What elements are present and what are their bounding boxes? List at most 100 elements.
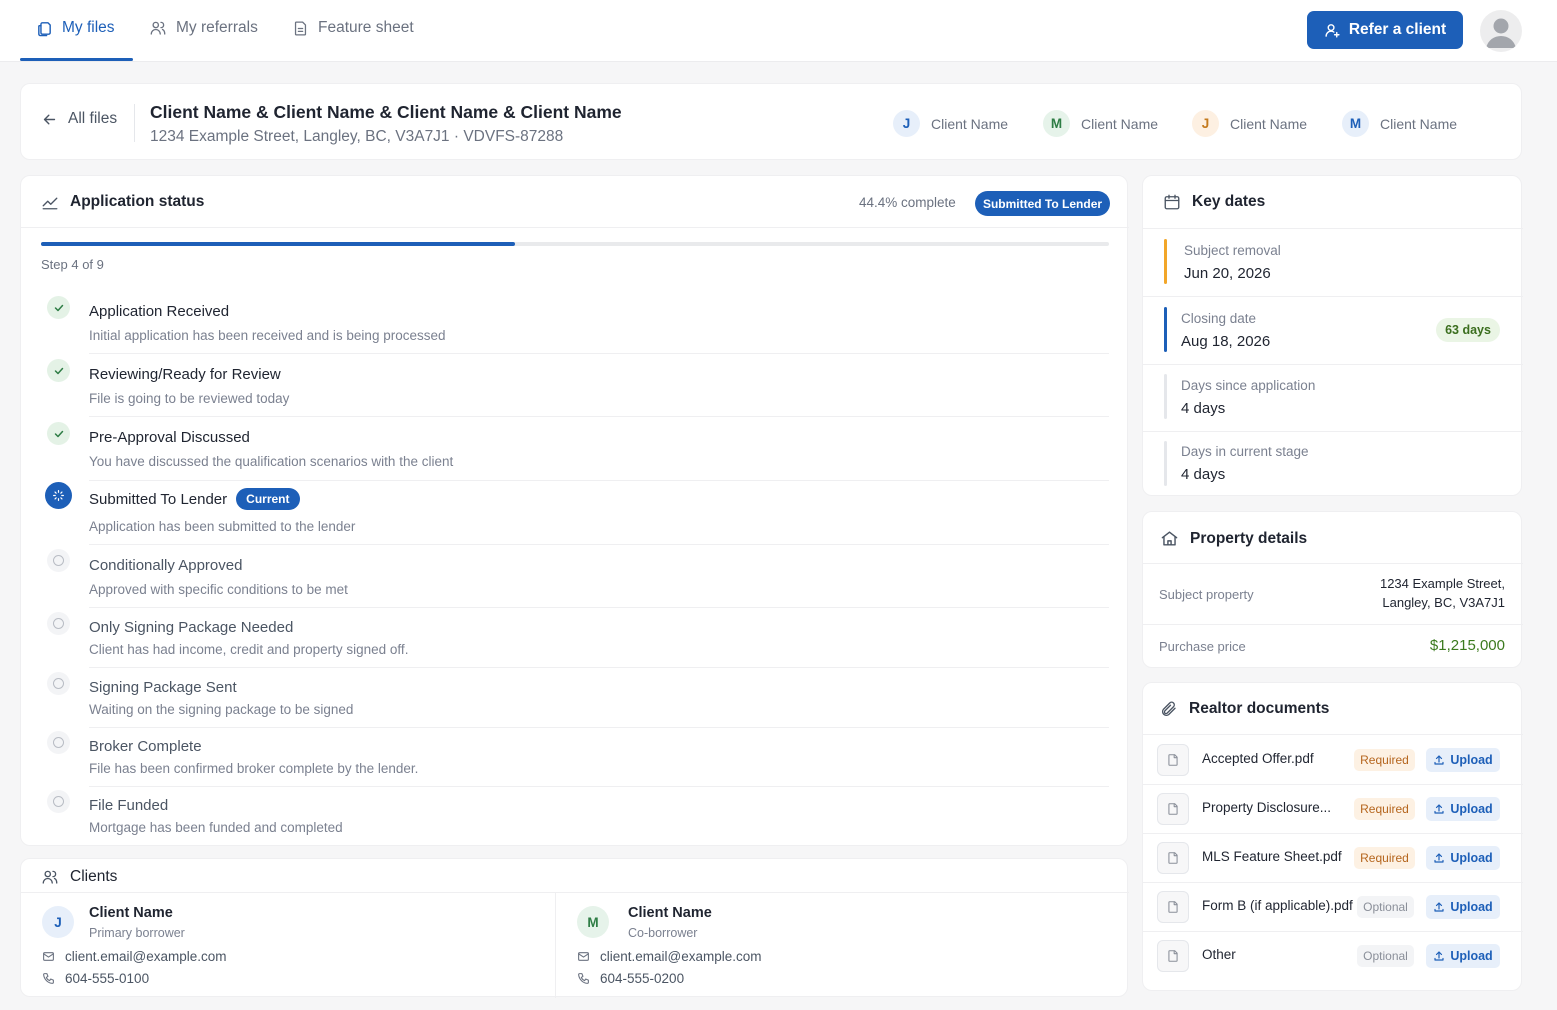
loading-spinner-icon (45, 482, 72, 509)
client-email[interactable]: client.email@example.com (42, 949, 227, 964)
step-counter: Step 4 of 9 (41, 257, 104, 272)
step-description: File has been confirmed broker complete … (89, 761, 419, 776)
step-description: You have discussed the qualification sce… (89, 454, 454, 469)
tab-my-files[interactable]: My files (36, 0, 115, 62)
check-icon (47, 359, 70, 382)
back-to-all-files-link[interactable]: All files (41, 110, 117, 128)
subject-property-address: 1234 Example Street, Langley, BC, V3A7J1 (1380, 576, 1505, 610)
tab-my-referrals[interactable]: My referrals (149, 0, 258, 62)
client-chip: M Client Name (1342, 110, 1457, 137)
divider (89, 480, 1109, 481)
users-icon (149, 19, 167, 37)
document-row: MLS Feature Sheet.pdf Required Upload (1143, 833, 1523, 882)
client-chip-name: Client Name (931, 115, 1009, 132)
phone-icon (42, 972, 55, 985)
progress-fill (41, 242, 516, 246)
optional-badge: Optional (1357, 896, 1414, 918)
step-description: Application has been submitted to the le… (89, 519, 356, 534)
file-subtitle: 1234 Example Street, Langley, BC, V3A7J1… (150, 128, 564, 145)
circle-pending-icon (47, 612, 70, 635)
email-text: client.email@example.com (600, 949, 762, 964)
active-tab-indicator (20, 58, 133, 61)
property-details-title: Property details (1160, 529, 1307, 548)
upload-button[interactable]: Upload (1426, 748, 1500, 772)
client-name: Client Name (628, 905, 712, 921)
property-details-card: Property details Subject property 1234 E… (1142, 511, 1523, 668)
step-name: Broker Complete (89, 738, 202, 755)
document-row: Accepted Offer.pdf Required Upload (1143, 735, 1523, 784)
required-badge: Required (1354, 749, 1415, 771)
status-step: Reviewing/Ready for Review File is going… (21, 357, 1129, 417)
add-user-icon (1324, 22, 1341, 39)
percent-complete: 44.4% complete (859, 195, 956, 210)
upload-label: Upload (1450, 802, 1493, 816)
circle-pending-icon (47, 549, 70, 572)
document-row: Other Optional Upload (1143, 931, 1523, 980)
back-label: All files (68, 110, 118, 127)
divider (89, 416, 1109, 417)
file-title: Client Name & Client Name & Client Name … (150, 102, 622, 122)
status-step: Only Signing Package Needed Client has h… (21, 612, 1129, 668)
step-name: Conditionally Approved (89, 557, 243, 574)
divider (89, 353, 1109, 354)
step-name: Submitted To Lender (89, 490, 228, 508)
key-dates-title: Key dates (1163, 193, 1265, 211)
client-chip: J Client Name (1192, 110, 1307, 137)
current-badge: Current (236, 488, 300, 510)
email-text: client.email@example.com (65, 949, 227, 964)
progress-bar (41, 242, 1109, 246)
chart-trend-icon (41, 193, 59, 211)
file-icon (1157, 940, 1189, 972)
upload-button[interactable]: Upload (1426, 846, 1500, 870)
client-email[interactable]: client.email@example.com (577, 949, 762, 964)
refer-client-button[interactable]: Refer a client (1307, 11, 1463, 49)
upload-button[interactable]: Upload (1426, 797, 1500, 821)
client-initial: M (1342, 110, 1369, 137)
client-phone[interactable]: 604-555-0100 (42, 971, 149, 986)
divider (89, 786, 1109, 787)
stage-badge: Submitted To Lender (975, 191, 1110, 216)
client-chip-name: Client Name (1081, 115, 1159, 132)
accent-bar (1164, 441, 1167, 486)
application-status-card: Application status 44.4% complete Submit… (20, 175, 1129, 846)
upload-label: Upload (1450, 949, 1493, 963)
key-date-value: Aug 18, 2026 (1181, 333, 1271, 350)
client-avatar: M (577, 906, 609, 938)
client-initial: J (893, 110, 920, 137)
key-date-label: Days in current stage (1181, 444, 1309, 459)
document-name: Other (1202, 947, 1236, 962)
step-name-row: Submitted To Lender Current (89, 488, 300, 510)
realtor-documents-card: Realtor documents Accepted Offer.pdf Req… (1142, 682, 1523, 991)
document-name: MLS Feature Sheet.pdf (1202, 849, 1342, 864)
step-description: Mortgage has been funded and completed (89, 820, 343, 835)
user-avatar[interactable] (1480, 10, 1522, 52)
document-name: Form B (if applicable).pdf (1202, 898, 1353, 913)
upload-button[interactable]: Upload (1426, 944, 1500, 968)
days-remaining-badge: 63 days (1436, 318, 1500, 342)
document-name: Accepted Offer.pdf (1202, 751, 1314, 766)
refer-label: Refer a client (1348, 21, 1447, 38)
tab-feature-sheet[interactable]: Feature sheet (292, 0, 414, 62)
divider (134, 104, 135, 142)
file-icon (1157, 891, 1189, 923)
document-icon (292, 20, 309, 37)
accent-bar (1164, 374, 1167, 419)
client-name: Client Name (89, 905, 173, 921)
arrow-left-icon (41, 111, 58, 128)
clients-card: Clients J Client Name Primary borrower c… (20, 858, 1129, 998)
circle-pending-icon (47, 672, 70, 695)
property-details-label: Property details (1190, 529, 1308, 547)
optional-badge: Optional (1357, 945, 1414, 967)
upload-button[interactable]: Upload (1426, 895, 1500, 919)
key-date-value: 4 days (1181, 466, 1226, 483)
tab-label: My referrals (176, 19, 258, 36)
client-card-primary: J Client Name Primary borrower client.em… (21, 892, 555, 998)
step-name: File Funded (89, 797, 169, 814)
upload-icon (1433, 803, 1445, 815)
client-phone[interactable]: 604-555-0200 (577, 971, 684, 986)
key-date-days-since-application: Days since application 4 days (1143, 365, 1523, 431)
application-status-title: Application status (41, 193, 204, 211)
check-icon (47, 422, 70, 445)
divider (1143, 563, 1523, 564)
divider (1143, 624, 1523, 625)
